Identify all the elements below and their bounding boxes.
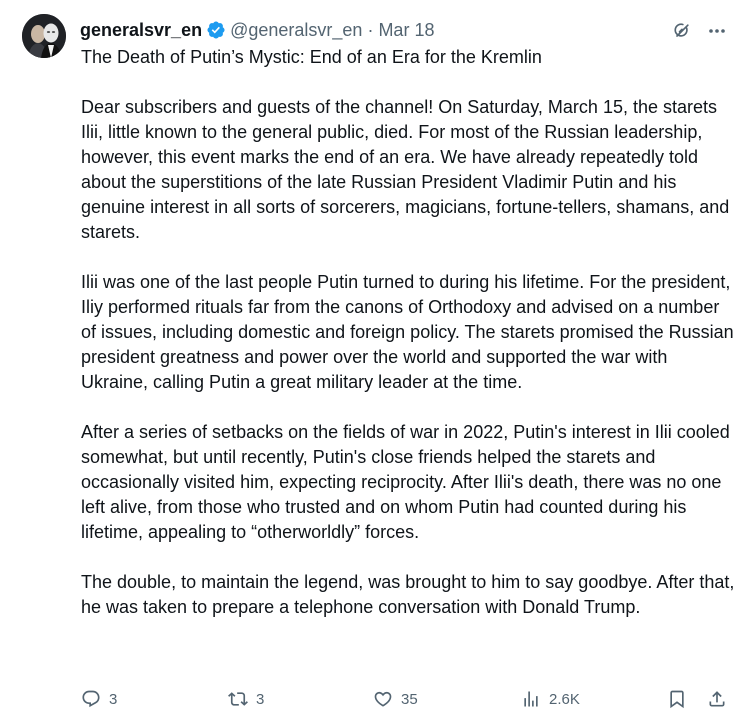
tweet[interactable]: generalsvr_en @generalsvr_en · Mar 18 Th… [0,0,753,726]
repost-button[interactable]: 3 [228,686,264,712]
repost-count: 3 [256,690,265,708]
post-paragraph: Ilii was one of the last people Putin tu… [81,272,734,392]
separator-dot: · [367,19,374,40]
views-count: 2.6K [549,690,580,708]
reply-count: 3 [109,690,118,708]
more-icon[interactable] [707,21,727,41]
post-header: generalsvr_en @generalsvr_en · Mar 18 [80,18,434,42]
post-paragraph: The double, to maintain the legend, was … [81,572,735,617]
handle[interactable]: @generalsvr_en [230,20,362,41]
post-paragraph: After a series of setbacks on the fields… [81,422,730,542]
like-count: 35 [401,690,418,708]
verified-badge-icon[interactable] [206,20,226,40]
post-title: The Death of Putin’s Mystic: End of an E… [81,47,542,67]
reply-icon [82,690,100,708]
share-button[interactable] [707,686,727,712]
bookmark-icon [670,690,684,709]
analytics-icon [524,691,538,707]
avatar[interactable] [22,14,66,58]
like-button[interactable]: 35 [373,686,418,712]
action-bar: 3 3 35 2.6K [0,686,753,712]
post-paragraph: Dear subscribers and guests of the chann… [81,97,730,242]
repost-icon [228,692,248,706]
post-text: The Death of Putin’s Mystic: End of an E… [81,45,736,620]
display-name[interactable]: generalsvr_en [80,20,202,41]
reply-button[interactable]: 3 [81,686,117,712]
post-date[interactable]: Mar 18 [378,20,434,41]
bookmark-button[interactable] [667,686,687,712]
views-button[interactable]: 2.6K [521,686,580,712]
grok-icon[interactable] [672,21,692,41]
heart-icon [374,691,392,707]
share-icon [709,691,725,707]
